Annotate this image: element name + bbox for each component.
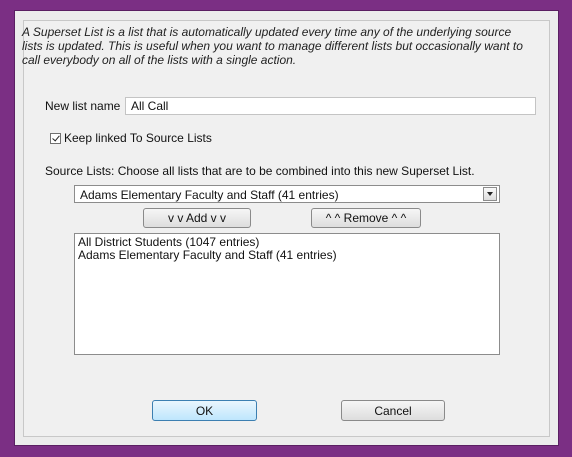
selected-lists-box[interactable]: All District Students (1047 entries) Ada…	[74, 233, 500, 355]
source-list-selected-value: Adams Elementary Faculty and Staff (41 e…	[80, 188, 339, 202]
dialog-frame	[14, 10, 559, 446]
add-button[interactable]: v v Add v v	[143, 208, 251, 228]
source-list-dropdown[interactable]: Adams Elementary Faculty and Staff (41 e…	[74, 185, 500, 203]
list-item[interactable]: Adams Elementary Faculty and Staff (41 e…	[78, 249, 496, 262]
chevron-down-icon[interactable]	[483, 187, 497, 201]
description-text: A Superset List is a list that is automa…	[22, 25, 523, 67]
ok-button[interactable]: OK	[152, 400, 257, 421]
keep-linked-checkbox[interactable]	[50, 132, 61, 144]
new-list-name-label: New list name	[45, 99, 121, 113]
keep-linked-label: Keep linked To Source Lists	[64, 131, 212, 145]
new-list-name-input[interactable]	[125, 97, 536, 115]
dialog-panel	[23, 20, 550, 437]
keep-linked-option[interactable]: Keep linked To Source Lists	[50, 131, 212, 145]
remove-button[interactable]: ^ ^ Remove ^ ^	[311, 208, 421, 228]
cancel-button[interactable]: Cancel	[341, 400, 445, 421]
source-lists-label: Source Lists: Choose all lists that are …	[45, 164, 475, 178]
